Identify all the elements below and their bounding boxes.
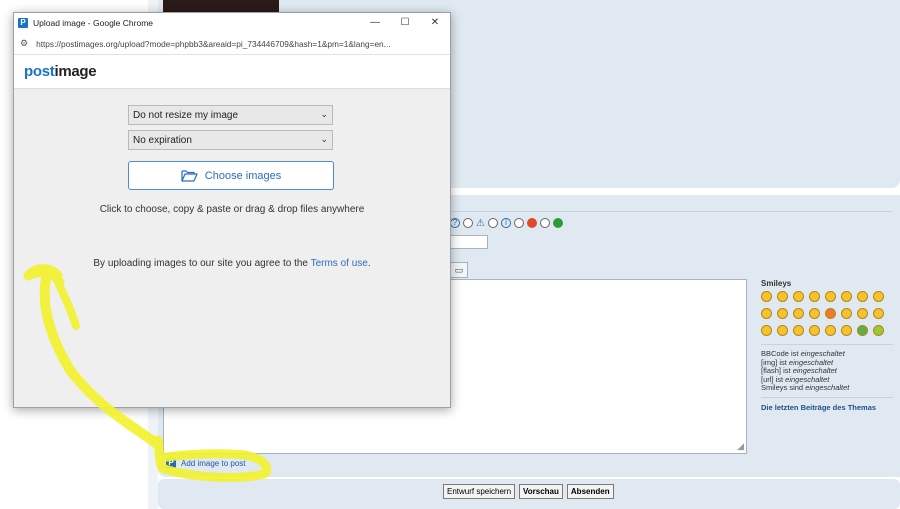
close-icon[interactable]: ✕ [420,13,450,33]
smiley-icon[interactable] [873,325,884,336]
terms-text: By uploading images to our site you agre… [14,258,450,269]
choose-images-label: Choose images [204,169,282,182]
upload-hint: Click to choose, copy & paste or drag & … [99,204,365,215]
smiley-icon[interactable] [761,325,772,336]
chevron-down-icon: ⌄ [320,134,328,144]
smiley-icon[interactable] [825,291,836,302]
divider [450,211,892,212]
divider [761,344,893,345]
red-face-icon[interactable] [526,218,537,228]
smiley-icon[interactable] [841,308,852,319]
smiley-icon[interactable] [825,325,836,336]
smiley-icon[interactable] [857,325,868,336]
window-title: Upload image - Google Chrome [33,18,154,28]
site-settings-icon[interactable]: ⚙ [20,38,28,49]
smiley-icon[interactable] [761,308,772,319]
preview-button[interactable]: Vorschau [519,484,563,499]
smiley-icon[interactable] [841,325,852,336]
divider [761,396,893,398]
smileys-sidebar: Smileys BBCode ist eingeschaltet [img] i… [761,279,893,412]
smiley-icon[interactable] [857,291,868,302]
bbcode-info: BBCode ist eingeschaltet [img] ist einge… [761,349,893,393]
chevron-down-icon: ⌄ [320,109,328,119]
smiley-icon[interactable] [761,291,772,302]
resize-select-value: Do not resize my image [133,109,239,121]
monitor-icon[interactable]: ▭ [450,262,468,278]
smiley-icon[interactable] [873,308,884,319]
smiley-icon[interactable] [873,291,884,302]
green-face-icon[interactable] [552,218,563,228]
postimage-icon: P [166,458,176,468]
icon-radio[interactable] [463,218,473,228]
postimage-header: postimage [14,55,450,89]
address-bar[interactable]: ⚙ https://postimages.org/upload?mode=php… [14,33,450,55]
save-draft-button[interactable]: Entwurf speichern [443,484,516,499]
submit-button[interactable]: Absenden [566,484,614,499]
folder-open-icon [181,170,198,182]
add-image-label[interactable]: Add image to post [181,459,245,468]
smiley-icon[interactable] [793,308,804,319]
post-options-row: ? ⚠ i [450,216,563,230]
smileys-grid [761,291,893,340]
form-buttons: Entwurf speichern Vorschau Absenden [443,484,614,499]
smiley-icon[interactable] [777,291,788,302]
smiley-icon[interactable] [825,308,836,319]
minimize-icon[interactable]: — [360,13,390,33]
smiley-icon[interactable] [809,308,820,319]
url-text[interactable]: https://postimages.org/upload?mode=phpbb… [36,39,436,49]
upload-popup-window: P Upload image - Google Chrome — ☐ ✕ ⚙ h… [13,12,451,408]
smiley-icon[interactable] [809,325,820,336]
smiley-icon[interactable] [777,325,788,336]
postimage-logo[interactable]: postimage [24,63,97,80]
help-icon[interactable]: ? [450,218,460,228]
terms-suffix: . [367,258,371,269]
subject-input[interactable] [450,235,488,249]
add-image-link[interactable]: P Add image to post [166,458,245,468]
expiration-select-value: No expiration [133,134,192,146]
choose-images-button[interactable]: Choose images [128,161,334,190]
smiley-icon[interactable] [857,308,868,319]
smiley-icon[interactable] [841,291,852,302]
smiley-icon[interactable] [793,325,804,336]
resize-grip-icon[interactable]: ◢ [737,441,744,452]
terms-of-use-link[interactable]: Terms of use [311,258,368,269]
smiley-icon[interactable] [793,291,804,302]
expiration-select[interactable]: No expiration ⌄ [128,130,333,150]
icon-radio[interactable] [487,218,498,228]
terms-prefix: By uploading images to our site you agre… [93,258,311,269]
window-controls: — ☐ ✕ [360,13,450,33]
maximize-icon[interactable]: ☐ [390,13,420,33]
resize-select[interactable]: Do not resize my image ⌄ [128,105,333,125]
smiley-icon[interactable] [809,291,820,302]
latest-posts-link[interactable]: Die letzten Beiträge des Themas [761,403,893,412]
window-titlebar[interactable]: P Upload image - Google Chrome — ☐ ✕ [14,13,450,33]
upload-content[interactable]: Do not resize my image ⌄ No expiration ⌄… [14,89,450,407]
info-icon[interactable]: i [500,218,511,228]
smileys-title: Smileys [761,279,792,288]
smiley-icon[interactable] [777,308,788,319]
smileys-status: Smileys sind eingeschaltet [761,383,850,392]
icon-radio[interactable] [513,218,524,228]
postimage-favicon-icon: P [18,18,28,28]
warning-icon[interactable]: ⚠ [476,218,485,229]
icon-radio[interactable] [539,218,550,228]
